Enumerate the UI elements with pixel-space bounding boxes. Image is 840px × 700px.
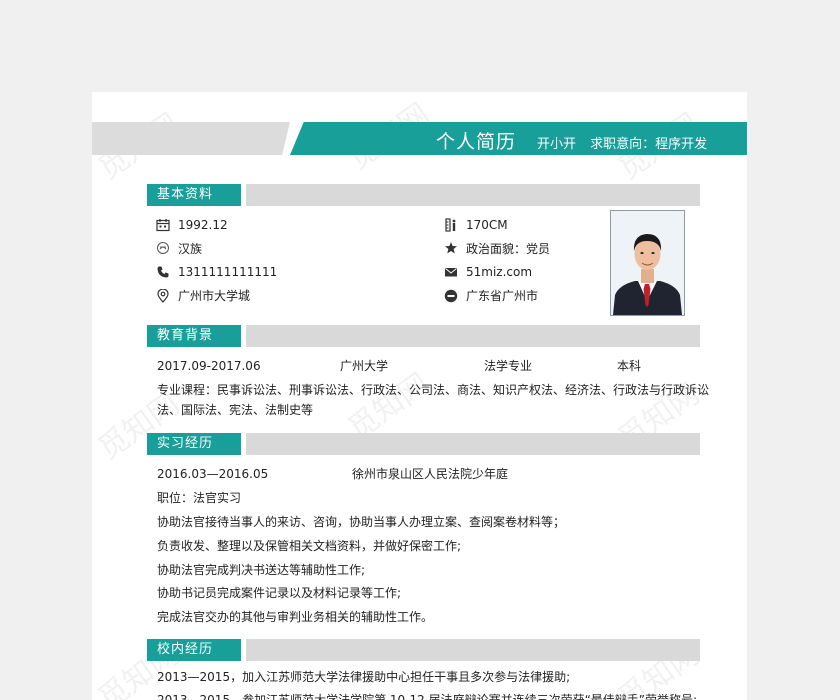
campus-item: 2013—2015，参加江苏师范大学法学院第 10-12 届法庭辩论赛并连续三次… bbox=[157, 693, 698, 700]
email: 51miz.com bbox=[466, 265, 533, 279]
duty-item: 完成法官交办的其他与审判业务相关的辅助性工作。 bbox=[157, 610, 434, 624]
political-status: 政治面貌：党员 bbox=[466, 242, 551, 256]
internship-position: 职位：法官实习 bbox=[157, 491, 242, 505]
calendar-icon bbox=[156, 218, 170, 232]
education-courses: 专业课程：民事诉讼法、刑事诉讼法、行政法、公司法、商法、知识产权法、经济法、行政… bbox=[157, 383, 710, 417]
section-heading: 实习经历 bbox=[147, 433, 241, 455]
resume-page: 觅知网 觅知网 觅知网 觅知网 觅知网 觅知网 觅知网 觅知网 个人简历 开小开… bbox=[92, 92, 747, 700]
height: 170CM bbox=[466, 218, 508, 232]
resume-title: 个人简历 bbox=[436, 131, 517, 153]
education-major: 法学专业 bbox=[484, 359, 533, 373]
duty-item: 协助书记员完成案件记录以及材料记录等工作; bbox=[157, 586, 402, 600]
section-internship: 实习经历 bbox=[147, 433, 700, 455]
section-campus: 校内经历 bbox=[147, 639, 700, 661]
header-subtitle: 开小开 求职意向：程序开发 bbox=[537, 133, 717, 152]
internship-org: 徐州市泉山区人民法院少年庭 bbox=[352, 467, 509, 481]
mail-icon bbox=[444, 265, 458, 279]
section-bar bbox=[246, 639, 700, 661]
birth-date: 1992.12 bbox=[178, 218, 228, 232]
address: 广州市大学城 bbox=[178, 289, 251, 303]
section-heading: 基本资料 bbox=[147, 184, 241, 206]
phone-number: 1311111111111 bbox=[178, 265, 278, 279]
education-degree: 本科 bbox=[617, 359, 642, 373]
header-gray-band bbox=[92, 122, 290, 155]
header-teal-band: 个人简历 开小开 求职意向：程序开发 bbox=[290, 122, 747, 155]
duty-item: 负责收发、整理以及保管相关文档资料，并做好保密工作; bbox=[157, 539, 462, 553]
section-bar bbox=[246, 184, 700, 206]
profile-photo bbox=[610, 210, 685, 316]
education-school: 广州大学 bbox=[340, 359, 389, 373]
ethnicity-icon bbox=[156, 241, 170, 255]
section-basic-info: 基本资料 bbox=[147, 184, 700, 206]
campus-item: 2013—2015，加入江苏师范大学法律援助中心担任干事且多次参与法律援助; bbox=[157, 670, 571, 684]
section-education: 教育背景 bbox=[147, 325, 700, 347]
phone-icon bbox=[156, 265, 170, 279]
location-pin-icon bbox=[156, 289, 170, 303]
ethnicity: 汉族 bbox=[178, 242, 203, 256]
candidate-name: 开小开 bbox=[537, 137, 577, 152]
party-star-icon bbox=[444, 241, 458, 255]
section-bar bbox=[246, 433, 700, 455]
height-icon bbox=[444, 218, 458, 232]
internship-period: 2016.03—2016.05 bbox=[157, 467, 269, 481]
section-heading: 教育背景 bbox=[147, 325, 241, 347]
job-intent: 求职意向：程序开发 bbox=[590, 137, 708, 152]
native-place: 广东省广州市 bbox=[466, 289, 539, 303]
duty-item: 协助法官接待当事人的来访、咨询，协助当事人办理立案、查阅案卷材料等； bbox=[157, 515, 566, 529]
section-heading: 校内经历 bbox=[147, 639, 241, 661]
native-place-icon bbox=[444, 289, 458, 303]
section-bar bbox=[246, 325, 700, 347]
duty-item: 协助法官完成判决书送达等辅助性工作; bbox=[157, 563, 366, 577]
education-period: 2017.09-2017.06 bbox=[157, 359, 261, 373]
